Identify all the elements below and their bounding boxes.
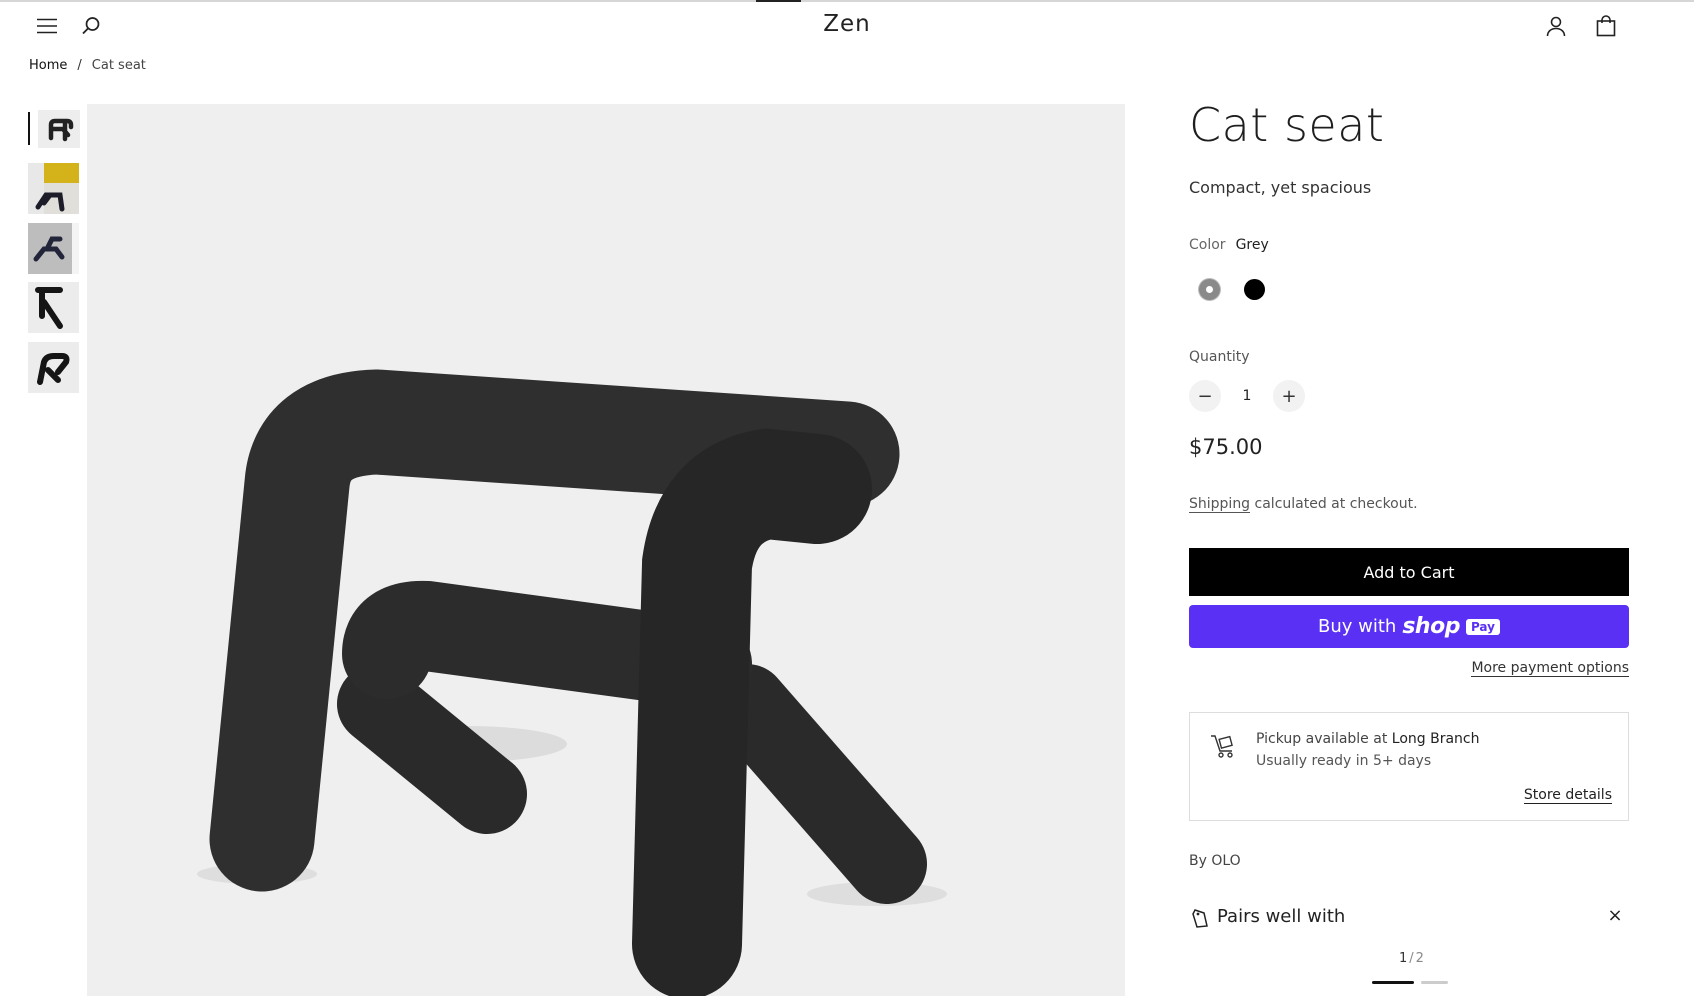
thumbnail-1[interactable]: [38, 110, 80, 148]
color-swatches: [1199, 279, 1265, 300]
product-price: $75.00: [1189, 435, 1263, 459]
tag-icon: [1191, 908, 1209, 932]
store-logo[interactable]: Zen: [0, 11, 1694, 37]
pickup-ready-time: Usually ready in 5+ days: [1256, 753, 1432, 769]
pairs-well-with-header: Pairs well with ×: [1189, 906, 1629, 946]
pager-dot-1[interactable]: [1372, 981, 1414, 984]
product-vendor: By OLO: [1189, 853, 1241, 869]
account-icon[interactable]: [1540, 10, 1572, 42]
active-thumbnail-indicator: [28, 112, 30, 145]
thumbnail-3[interactable]: [28, 223, 79, 274]
pickup-cart-icon: [1210, 733, 1234, 763]
pairs-pager: 1/2: [1399, 951, 1424, 966]
product-subtitle: Compact, yet spacious: [1189, 178, 1372, 197]
pickup-location-line: Pickup available at Long Branch: [1256, 731, 1480, 747]
shop-pay-logo: shop: [1402, 614, 1460, 639]
pickup-prefix: Pickup available at: [1256, 731, 1392, 747]
thumbnail-5[interactable]: [28, 342, 79, 393]
thumbnail-2[interactable]: [28, 163, 79, 214]
color-selector-label: Color Grey: [1189, 237, 1269, 253]
shipping-text: calculated at checkout.: [1250, 496, 1418, 512]
shipping-note: Shipping calculated at checkout.: [1189, 496, 1418, 513]
thumbnail-4[interactable]: [28, 282, 79, 333]
pager-dot-2[interactable]: [1421, 981, 1448, 984]
pager-separator: /: [1409, 951, 1414, 966]
shop-pay-badge: Pay: [1465, 618, 1500, 635]
main-product-image[interactable]: [87, 104, 1125, 996]
pickup-availability-box: Pickup available at Long Branch Usually …: [1189, 712, 1629, 821]
breadcrumb-separator: /: [77, 58, 82, 73]
swatch-grey[interactable]: [1199, 279, 1220, 300]
product-title: Cat seat: [1189, 98, 1385, 152]
pairs-well-with-title: Pairs well with: [1217, 906, 1346, 927]
color-value: Grey: [1235, 237, 1269, 253]
menu-icon[interactable]: [31, 10, 63, 42]
quantity-increase-button[interactable]: +: [1273, 380, 1305, 412]
quantity-stepper: − +: [1189, 380, 1305, 412]
buy-with-shop-pay-button[interactable]: Buy with shop Pay: [1189, 605, 1629, 648]
pager-current: 1: [1399, 951, 1408, 966]
more-payment-options-link[interactable]: More payment options: [1471, 660, 1629, 677]
breadcrumb-home[interactable]: Home: [29, 58, 67, 73]
pager-dots: [1372, 981, 1448, 984]
header: Zen: [0, 2, 1694, 50]
pager-total: 2: [1415, 951, 1424, 966]
breadcrumb-current: Cat seat: [91, 58, 146, 73]
search-icon[interactable]: [75, 10, 107, 42]
pickup-location: Long Branch: [1391, 731, 1480, 747]
swatch-black[interactable]: [1244, 279, 1265, 300]
add-to-cart-button[interactable]: Add to Cart: [1189, 548, 1629, 596]
quantity-input[interactable]: [1233, 382, 1261, 410]
breadcrumb: Home / Cat seat: [29, 58, 146, 73]
shipping-link[interactable]: Shipping: [1189, 496, 1251, 513]
buy-with-label: Buy with: [1318, 616, 1397, 637]
quantity-decrease-button[interactable]: −: [1189, 380, 1221, 412]
quantity-label: Quantity: [1189, 349, 1250, 365]
color-label: Color: [1189, 237, 1226, 253]
store-details-link[interactable]: Store details: [1523, 787, 1612, 804]
close-icon[interactable]: ×: [1605, 906, 1625, 926]
cart-icon[interactable]: [1590, 10, 1622, 42]
